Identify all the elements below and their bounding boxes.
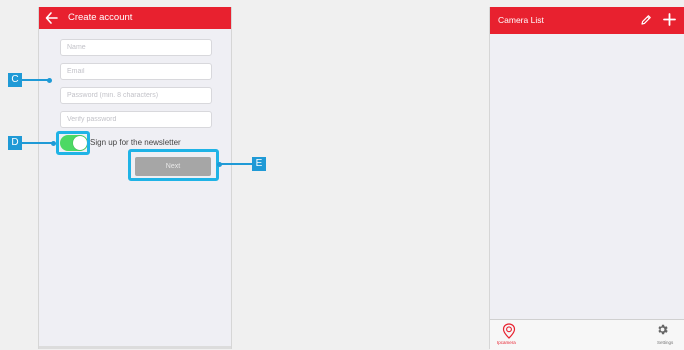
bottom-tab-bar: Ipcamera Settings — [490, 319, 684, 350]
verify-password-field[interactable] — [60, 111, 212, 128]
gear-icon — [658, 324, 668, 335]
name-field[interactable] — [60, 39, 212, 56]
tab-settings[interactable]: Settings — [642, 320, 684, 350]
newsletter-label: Sign up for the newsletter — [90, 138, 181, 147]
camera-location-icon — [502, 323, 516, 339]
tab-ipcamera[interactable]: Ipcamera — [493, 320, 543, 350]
camera-list-screen: Camera List Ipcamera Settings — [489, 7, 684, 350]
callout-d-line — [22, 142, 52, 144]
callout-c: C — [8, 73, 22, 87]
tab-settings-label: Settings — [657, 340, 674, 345]
plus-icon[interactable] — [663, 13, 676, 26]
password-field[interactable] — [60, 87, 212, 104]
callout-c-dot — [47, 77, 52, 83]
callout-e: E — [252, 157, 266, 171]
camera-list-title: Camera List — [498, 15, 544, 25]
next-button-highlight — [128, 149, 219, 181]
callout-e-line — [220, 163, 252, 165]
tab-ipcamera-label: Ipcamera — [497, 340, 516, 345]
camera-list-header: Camera List — [490, 7, 684, 34]
page-title: Create account — [68, 12, 133, 23]
create-account-header: Create account — [39, 7, 231, 29]
email-field[interactable] — [60, 63, 212, 80]
newsletter-toggle-highlight — [56, 131, 90, 155]
back-arrow-icon[interactable] — [45, 9, 59, 27]
pencil-icon[interactable] — [640, 14, 652, 26]
callout-d: D — [8, 136, 22, 150]
callout-c-line — [22, 79, 49, 81]
